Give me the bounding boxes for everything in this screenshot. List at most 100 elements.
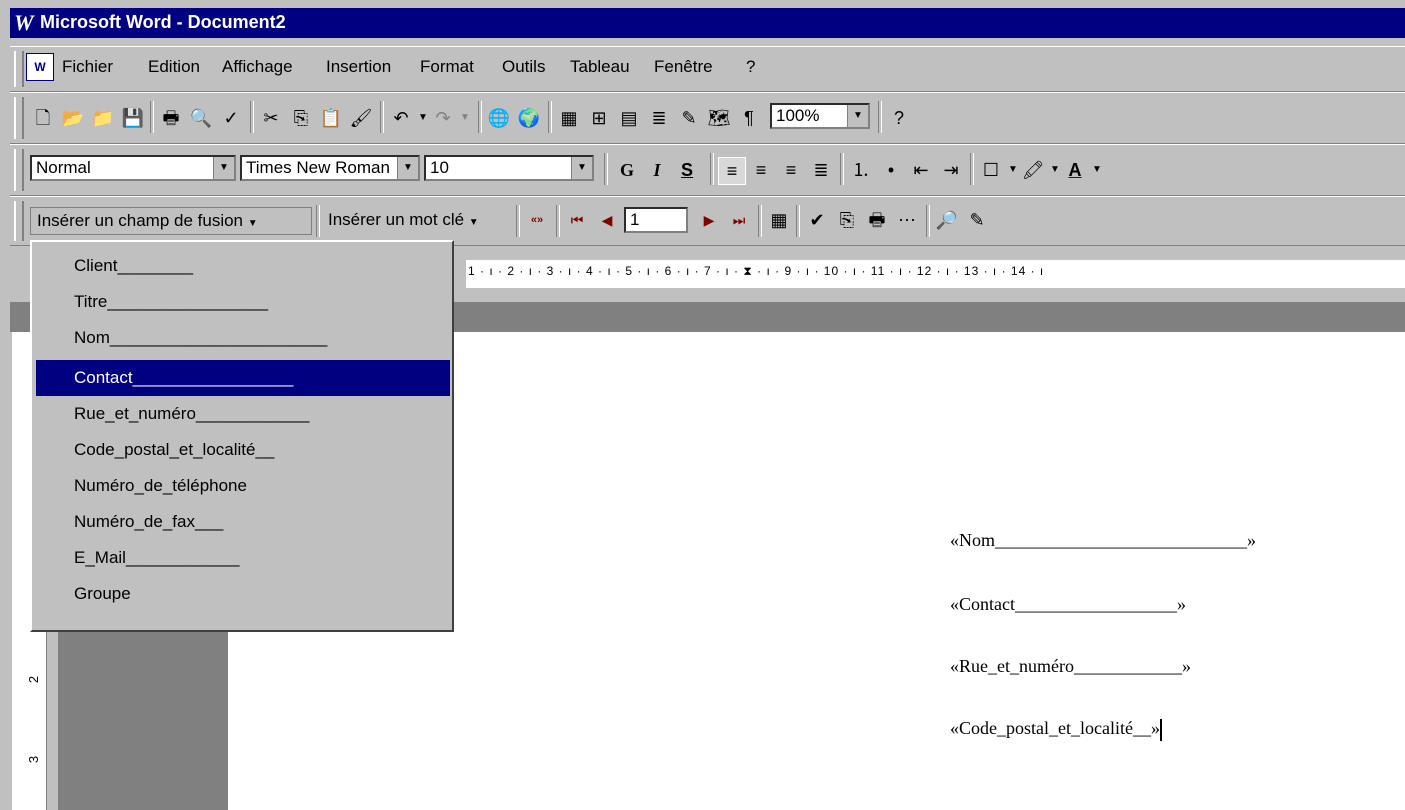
chevron-down-icon[interactable]: ▼ xyxy=(571,157,592,179)
mail-merge-helper-icon[interactable]: ▦ xyxy=(766,207,792,233)
numbering-icon[interactable]: ⒈ xyxy=(848,157,874,183)
open-folder-icon[interactable]: 📂 xyxy=(60,105,86,131)
first-record-icon[interactable]: ⏮ xyxy=(564,207,590,233)
save-icon[interactable]: 💾 xyxy=(120,105,146,131)
chevron-down-icon[interactable]: ▼ xyxy=(213,157,234,179)
toolbar-grip[interactable] xyxy=(14,201,24,241)
underline-button[interactable]: S xyxy=(674,157,700,183)
view-merged-data-icon[interactable]: «» xyxy=(524,207,550,233)
last-record-icon[interactable]: ⏭ xyxy=(726,207,752,233)
insert-keyword-button[interactable]: Insérer un mot clé ▼ xyxy=(322,207,512,235)
chevron-down-icon[interactable]: ▼ xyxy=(397,157,418,179)
document-map-icon[interactable]: 🗺 xyxy=(706,105,732,131)
menu-edition[interactable]: Edition xyxy=(148,57,200,77)
merge-field-nom[interactable]: «Nom____________________________» xyxy=(950,530,1256,551)
formatting-toolbar: Normal ▼ Times New Roman ▼ 10 ▼ G I S ≡ … xyxy=(10,144,1405,196)
insert-merge-field-label: Insérer un champ de fusion xyxy=(37,211,244,230)
bold-button[interactable]: G xyxy=(614,157,640,183)
menu-affichage[interactable]: Affichage xyxy=(222,57,293,77)
previous-record-icon[interactable]: ◀ xyxy=(594,207,620,233)
justify-icon[interactable]: ≣ xyxy=(808,157,834,183)
dropdown-item-contact[interactable]: Contact_________________ xyxy=(36,360,450,396)
dropdown-item-rue[interactable]: Rue_et_numéro____________ xyxy=(36,396,450,432)
document-menu-icon[interactable]: W xyxy=(26,53,54,81)
start-merge-icon[interactable]: ⋯ xyxy=(894,207,920,233)
font-select[interactable]: Times New Roman ▼ xyxy=(240,155,420,181)
redo-dropdown-icon[interactable]: ▼ xyxy=(452,105,478,131)
text-cursor xyxy=(1159,718,1162,741)
paste-icon[interactable]: 📋 xyxy=(318,105,344,131)
merge-to-document-icon[interactable]: ⎘ xyxy=(834,207,860,233)
insert-table-icon[interactable]: ⊞ xyxy=(586,105,612,131)
dropdown-item-nom[interactable]: Nom_______________________ xyxy=(36,320,450,356)
toolbar-separator xyxy=(150,101,154,133)
bullets-icon[interactable]: • xyxy=(878,157,904,183)
style-value: Normal xyxy=(36,158,91,177)
chevron-down-icon[interactable]: ▼ xyxy=(847,105,868,127)
toolbar-grip[interactable] xyxy=(14,97,24,139)
merge-field-code-postal[interactable]: «Code_postal_et_localité__» xyxy=(950,718,1162,741)
align-right-icon[interactable]: ≡ xyxy=(778,157,804,183)
print-icon[interactable]: 🖶 xyxy=(158,105,184,131)
menu-help[interactable]: ? xyxy=(746,57,755,77)
toolbar-separator xyxy=(250,101,254,133)
increase-indent-icon[interactable]: ⇥ xyxy=(938,157,964,183)
office-assistant-icon[interactable]: ? xyxy=(886,105,912,131)
vertical-ruler-mark: 3 xyxy=(26,755,42,764)
pilcrow-icon[interactable]: ¶ xyxy=(736,105,762,131)
copy-icon[interactable]: ⎘ xyxy=(288,105,314,131)
columns-icon[interactable]: ≣ xyxy=(646,105,672,131)
italic-button[interactable]: I xyxy=(644,157,670,183)
align-center-icon[interactable]: ≡ xyxy=(748,157,774,183)
find-record-icon[interactable]: 🔎 xyxy=(934,207,960,233)
print-preview-icon[interactable]: 🔍 xyxy=(188,105,214,131)
insert-excel-icon[interactable]: ▤ xyxy=(616,105,642,131)
edit-data-source-icon[interactable]: ✎ xyxy=(964,207,990,233)
window-title: Microsoft Word - Document2 xyxy=(40,12,286,32)
dropdown-item-client[interactable]: Client________ xyxy=(36,248,450,284)
web-toolbar-icon[interactable]: 🌍 xyxy=(516,105,542,131)
cut-icon[interactable]: ✂ xyxy=(258,105,284,131)
check-errors-icon[interactable]: ✔ xyxy=(804,207,830,233)
toolbar-separator xyxy=(516,205,520,237)
open-folder-icon[interactable]: 📁 xyxy=(90,105,116,131)
toolbar-separator xyxy=(548,101,552,133)
menu-format[interactable]: Format xyxy=(420,57,474,77)
spelling-icon[interactable]: ✓ xyxy=(218,105,244,131)
zoom-select[interactable]: 100% ▼ xyxy=(770,103,870,129)
title-bar: W Microsoft Word - Document2 xyxy=(10,8,1405,38)
insert-merge-field-button[interactable]: Insérer un champ de fusion ▼ xyxy=(30,207,312,235)
dropdown-item-titre[interactable]: Titre_________________ xyxy=(36,284,450,320)
vertical-ruler-mark: 2 xyxy=(26,675,42,684)
drawing-icon[interactable]: ✎ xyxy=(676,105,702,131)
dropdown-item-fax[interactable]: Numéro_de_fax___ xyxy=(36,504,450,540)
decrease-indent-icon[interactable]: ⇤ xyxy=(908,157,934,183)
menu-tableau[interactable]: Tableau xyxy=(570,57,630,77)
toolbar-grip[interactable] xyxy=(14,149,24,191)
font-size-select[interactable]: 10 ▼ xyxy=(424,155,594,181)
tables-borders-icon[interactable]: ▦ xyxy=(556,105,582,131)
format-painter-icon[interactable]: 🖌 xyxy=(348,105,374,131)
style-select[interactable]: Normal ▼ xyxy=(30,155,236,181)
insert-keyword-label: Insérer un mot clé xyxy=(328,210,465,229)
merge-to-printer-icon[interactable]: 🖶 xyxy=(864,207,890,233)
merge-field-contact[interactable]: «Contact__________________» xyxy=(950,594,1186,615)
hyperlink-icon[interactable]: 🌐 xyxy=(486,105,512,131)
menu-grip[interactable] xyxy=(14,51,24,87)
align-left-icon[interactable]: ≡ xyxy=(718,157,746,185)
toolbar-separator xyxy=(380,101,384,133)
menu-insertion[interactable]: Insertion xyxy=(326,57,391,77)
dropdown-item-telephone[interactable]: Numéro_de_téléphone xyxy=(36,468,450,504)
dropdown-item-groupe[interactable]: Groupe xyxy=(36,576,450,612)
new-document-icon[interactable]: 🗋 xyxy=(30,105,56,131)
menu-outils[interactable]: Outils xyxy=(502,57,545,77)
font-color-dropdown-icon[interactable]: ▼ xyxy=(1084,157,1110,183)
menu-fichier[interactable]: Fichier xyxy=(62,57,113,77)
record-number-input[interactable]: 1 xyxy=(624,207,688,233)
menu-fenetre[interactable]: Fenêtre xyxy=(654,57,713,77)
dropdown-item-email[interactable]: E_Mail____________ xyxy=(36,540,450,576)
dropdown-item-code-postal[interactable]: Code_postal_et_localité__ xyxy=(36,432,450,468)
word-logo-icon: W xyxy=(14,10,34,35)
merge-field-rue[interactable]: «Rue_et_numéro____________» xyxy=(950,656,1191,677)
next-record-icon[interactable]: ▶ xyxy=(696,207,722,233)
